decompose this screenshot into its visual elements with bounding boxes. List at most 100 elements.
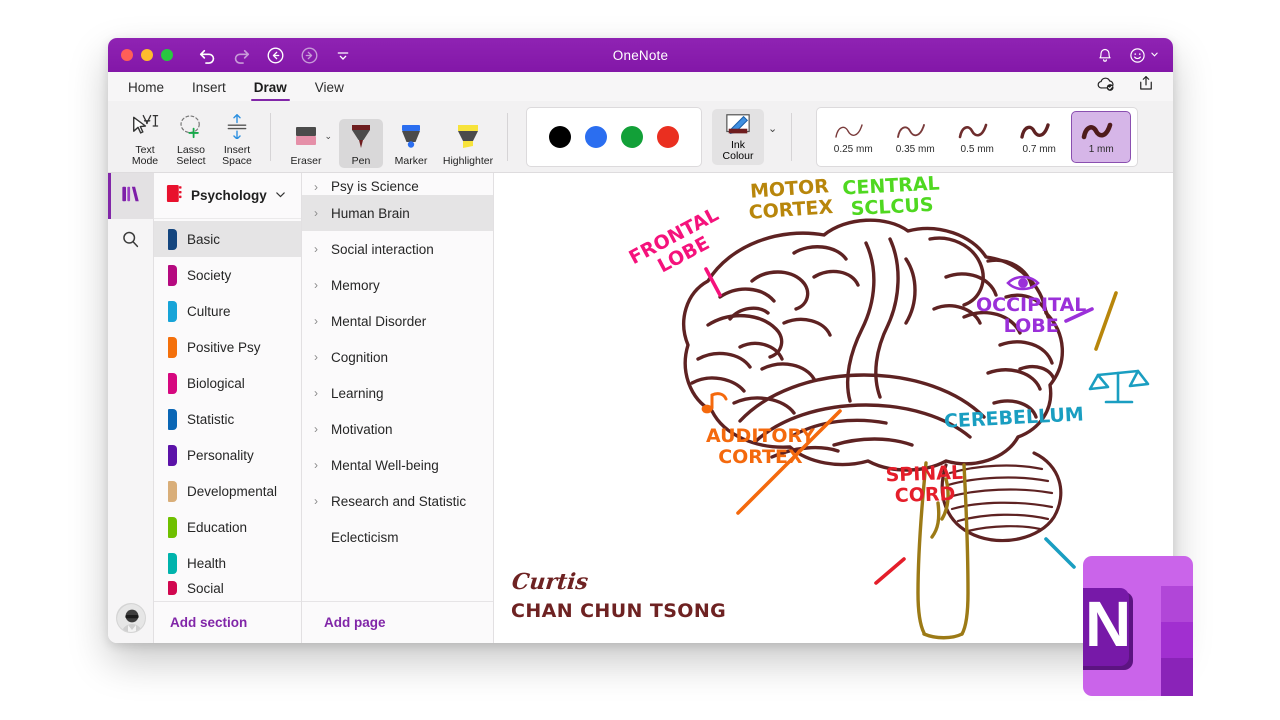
- thickness-1mm[interactable]: 1 mm: [1071, 110, 1132, 163]
- tab-insert[interactable]: Insert: [192, 80, 226, 101]
- onenote-logo-letter: N: [1085, 588, 1131, 660]
- section-color-tab: [168, 480, 177, 502]
- tab-home[interactable]: Home: [128, 80, 164, 101]
- color-swatch-red[interactable]: [657, 125, 679, 148]
- chevron-right-icon: ›: [314, 206, 318, 220]
- maximize-button[interactable]: [161, 49, 173, 61]
- avatar[interactable]: [115, 603, 146, 633]
- ribbon-group-pens: ⌄ Eraser Pen Marker Highlighter: [281, 106, 497, 168]
- ink-colour-button[interactable]: Ink Colour: [712, 108, 764, 165]
- section-label: Social: [187, 581, 224, 595]
- thickness-0-25[interactable]: 0.25 mm: [823, 111, 883, 163]
- tab-draw[interactable]: Draw: [250, 80, 290, 101]
- section-item-personality[interactable]: Personality: [154, 437, 301, 473]
- back-icon[interactable]: [265, 45, 285, 65]
- section-item-positive-psy[interactable]: Positive Psy: [154, 329, 301, 365]
- page-item-human-brain[interactable]: › Human Brain: [302, 195, 493, 231]
- text-mode-button[interactable]: Text Mode: [122, 108, 168, 168]
- thickness-0-5[interactable]: 0.5 mm: [947, 111, 1007, 163]
- page-label: Social interaction: [331, 241, 434, 257]
- undo-icon[interactable]: [197, 45, 217, 65]
- section-item-basic[interactable]: Basic: [154, 221, 301, 257]
- bell-icon[interactable]: [1097, 47, 1113, 64]
- annotation-motor-cortex: MOTOR CORTEX: [748, 175, 834, 224]
- highlighter-icon: [453, 121, 483, 153]
- forward-icon[interactable]: [299, 45, 319, 65]
- add-page-button[interactable]: Add page: [324, 615, 386, 630]
- section-color-tab: [168, 300, 177, 322]
- tab-view[interactable]: View: [315, 80, 344, 101]
- insert-space-icon: [222, 110, 252, 142]
- page-item-learning[interactable]: › Learning: [302, 375, 493, 411]
- main-area: Psychology Basic Society Culture Positiv…: [108, 173, 1173, 643]
- sync-cloud-check-icon[interactable]: [1096, 75, 1117, 97]
- thickness-label: 0.35 mm: [895, 143, 935, 155]
- page-label: Human Brain: [331, 205, 410, 221]
- page-item-social-interaction[interactable]: › Social interaction: [302, 231, 493, 267]
- note-canvas[interactable]: MOTOR CORTEX CENTRAL SCLCUS FRONTAL LOBE OC…: [494, 173, 1173, 643]
- page-label: Research and Statistic: [331, 493, 467, 509]
- page-item-memory[interactable]: › Memory: [302, 267, 493, 303]
- section-item-social[interactable]: Social: [154, 581, 301, 595]
- section-item-culture[interactable]: Culture: [154, 293, 301, 329]
- page-item-eclecticism[interactable]: ›Eclecticism: [302, 519, 493, 555]
- annotation-spinal-cord: SPINAL CORD: [885, 461, 964, 508]
- page-item-cognition[interactable]: › Cognition: [302, 339, 493, 375]
- ribbon-divider-2: [507, 112, 508, 161]
- sections-pane: Psychology Basic Society Culture Positiv…: [154, 173, 302, 643]
- minimize-button[interactable]: [141, 49, 153, 61]
- chevron-down-icon[interactable]: ⌄: [324, 131, 332, 142]
- page-label: Psy is Science: [331, 179, 419, 194]
- rail-search-button[interactable]: [108, 219, 154, 265]
- section-label: Personality: [187, 447, 254, 463]
- signature-script: Curtis: [510, 569, 590, 595]
- section-item-biological[interactable]: Biological: [154, 365, 301, 401]
- section-item-developmental[interactable]: Developmental: [154, 473, 301, 509]
- smiley-icon[interactable]: [1129, 46, 1159, 64]
- page-label: Mental Disorder: [331, 313, 427, 329]
- section-item-health[interactable]: Health: [154, 545, 301, 581]
- color-swatch-green[interactable]: [621, 125, 643, 148]
- thickness-0-7[interactable]: 0.7 mm: [1009, 111, 1069, 163]
- notebooks-icon: [120, 184, 142, 209]
- page-item-motivation[interactable]: › Motivation: [302, 411, 493, 447]
- section-label: Biological: [187, 375, 245, 391]
- thickness-0-35[interactable]: 0.35 mm: [885, 111, 945, 163]
- rail-notebooks-button[interactable]: [108, 173, 154, 219]
- page-item-research-and-statistic[interactable]: › Research and Statistic: [302, 483, 493, 519]
- title-bar: OneNote: [108, 38, 1173, 72]
- add-section-button[interactable]: Add section: [170, 615, 247, 630]
- page-label: Memory: [331, 277, 380, 293]
- chevron-down-icon[interactable]: [275, 187, 286, 205]
- marker-label: Marker: [394, 155, 428, 167]
- more-options-icon[interactable]: [333, 45, 353, 65]
- marker-button[interactable]: Marker: [389, 119, 433, 168]
- chevron-down-icon[interactable]: ⌄: [768, 122, 777, 135]
- highlighter-button[interactable]: Highlighter: [439, 119, 497, 168]
- pen-button[interactable]: Pen: [339, 119, 383, 168]
- section-item-statistic[interactable]: Statistic: [154, 401, 301, 437]
- color-swatch-black[interactable]: [549, 125, 571, 148]
- section-label: Health: [187, 555, 227, 571]
- insert-space-button[interactable]: Insert Space: [214, 108, 260, 168]
- page-item-psy-is-science[interactable]: › Psy is Science: [302, 173, 493, 195]
- notebook-title: Psychology: [191, 188, 267, 203]
- close-button[interactable]: [121, 49, 133, 61]
- eraser-button[interactable]: ⌄ Eraser: [281, 119, 332, 168]
- section-item-society[interactable]: Society: [154, 257, 301, 293]
- redo-icon[interactable]: [231, 45, 251, 65]
- page-item-mental-well-being[interactable]: › Mental Well-being: [302, 447, 493, 483]
- color-swatch-blue[interactable]: [585, 125, 607, 148]
- share-icon[interactable]: [1137, 74, 1155, 97]
- window-controls: [121, 49, 173, 61]
- page-item-mental-disorder[interactable]: › Mental Disorder: [302, 303, 493, 339]
- leader-motor-cortex: [1094, 291, 1118, 351]
- lasso-select-button[interactable]: Lasso Select: [168, 108, 214, 168]
- ribbon-draw: Text Mode Lasso Select Insert Space ⌄ Er…: [108, 101, 1173, 173]
- lasso-select-label: Lasso Select: [176, 143, 206, 167]
- section-item-education[interactable]: Education: [154, 509, 301, 545]
- chevron-right-icon: ›: [314, 180, 318, 194]
- section-label: Developmental: [187, 483, 278, 499]
- notebook-header[interactable]: Psychology: [154, 173, 301, 219]
- color-palette: [526, 106, 702, 167]
